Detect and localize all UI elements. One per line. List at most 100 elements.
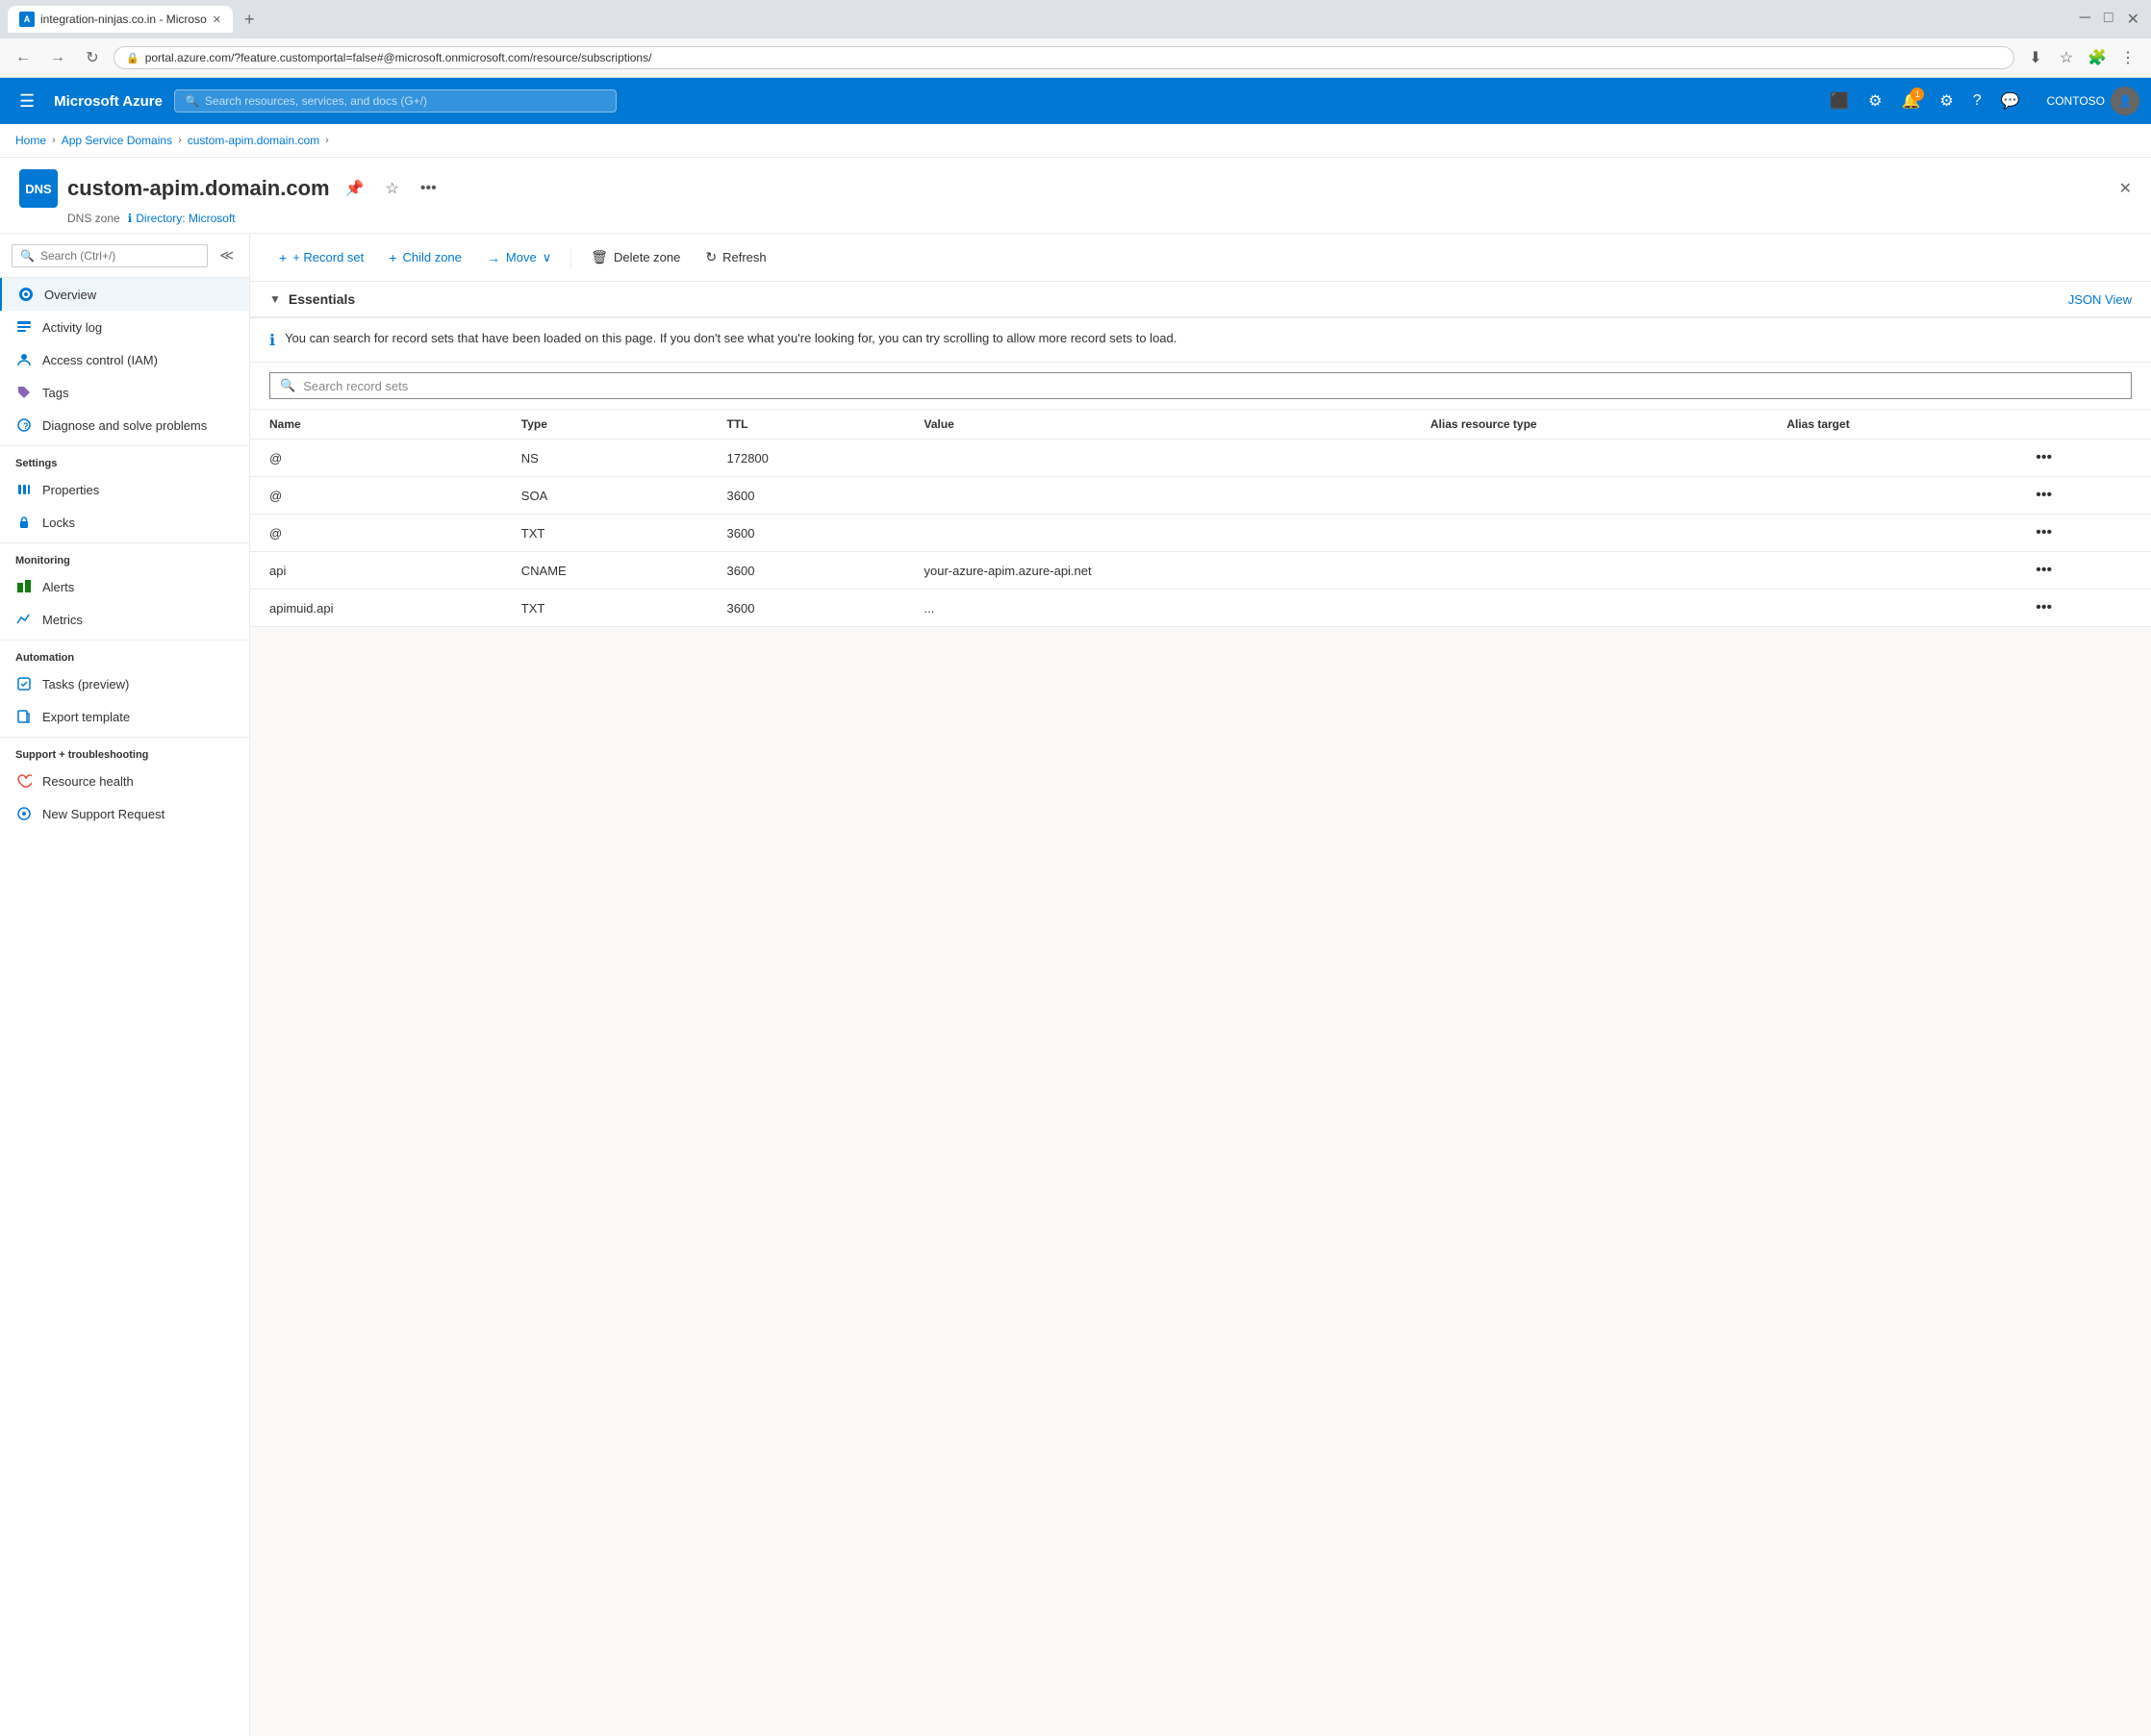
resource-subtitle: DNS zone ℹ Directory: Microsoft — [19, 212, 2132, 225]
row-context-menu-1[interactable]: ••• — [2036, 487, 2052, 503]
sidebar-label-access-control: Access control (IAM) — [42, 353, 158, 367]
portal-settings-icon[interactable]: ⚙ — [1860, 84, 1889, 118]
cell-menu-4[interactable]: ••• — [2016, 590, 2151, 627]
row-context-menu-0[interactable]: ••• — [2036, 449, 2052, 465]
sidebar-item-export-template[interactable]: Export template — [0, 700, 249, 733]
notifications-icon[interactable]: 🔔 1 — [1893, 84, 1928, 118]
properties-icon — [15, 481, 33, 498]
download-button[interactable]: ⬇ — [2022, 44, 2049, 71]
refresh-button[interactable]: ↻ Refresh — [696, 243, 775, 271]
breadcrumb-app-service-domains[interactable]: App Service Domains — [62, 134, 172, 147]
table-row: @ SOA 3600 ••• — [250, 477, 2151, 515]
azure-account[interactable]: CONTOSO 👤 — [2047, 87, 2139, 115]
address-bar[interactable]: 🔒 portal.azure.com/?feature.customportal… — [114, 46, 2014, 69]
favorite-icon[interactable]: ☆ — [380, 173, 405, 204]
reload-button[interactable]: ↻ — [79, 44, 106, 71]
settings-icon[interactable]: ⚙ — [1932, 84, 1961, 118]
azure-logo: Microsoft Azure — [54, 93, 163, 110]
cloud-shell-icon[interactable]: ⬛ — [1822, 84, 1857, 118]
close-resource-button[interactable]: ✕ — [2119, 179, 2132, 198]
forward-button[interactable]: → — [44, 44, 71, 71]
feedback-icon[interactable]: 💬 — [1993, 84, 2028, 118]
sidebar-item-locks[interactable]: Locks — [0, 506, 249, 539]
essentials-header[interactable]: ▼ Essentials JSON View — [250, 282, 2151, 317]
browser-tab[interactable]: A integration-ninjas.co.in - Microso ✕ — [8, 6, 233, 33]
row-context-menu-3[interactable]: ••• — [2036, 562, 2052, 578]
sidebar-search-input[interactable] — [40, 249, 199, 263]
sidebar-search-icon: 🔍 — [20, 249, 35, 263]
cell-menu-1[interactable]: ••• — [2016, 477, 2151, 515]
sidebar-item-diagnose[interactable]: ? Diagnose and solve problems — [0, 409, 249, 441]
search-records-input[interactable] — [303, 379, 2121, 393]
add-child-zone-button[interactable]: + Child zone — [379, 244, 471, 271]
delete-zone-button[interactable]: 🗑 Delete zone — [581, 243, 690, 271]
col-header-actions — [2016, 410, 2151, 440]
cell-menu-0[interactable]: ••• — [2016, 440, 2151, 477]
col-header-alias-target: Alias target — [1767, 410, 2016, 440]
tab-close-button[interactable]: ✕ — [213, 13, 221, 26]
sidebar-collapse-button[interactable]: ≪ — [215, 243, 238, 267]
user-avatar[interactable]: 👤 — [2111, 87, 2139, 115]
export-template-icon — [15, 708, 33, 725]
more-options-icon[interactable]: ••• — [415, 174, 443, 203]
move-icon: → — [487, 250, 500, 265]
add-record-set-button[interactable]: + + Record set — [269, 244, 373, 271]
resource-health-icon — [15, 772, 33, 790]
back-button[interactable]: ← — [10, 44, 37, 71]
add-child-zone-icon: + — [389, 250, 396, 265]
breadcrumb-current[interactable]: custom-apim.domain.com — [188, 134, 319, 147]
extensions-button[interactable]: 🧩 — [2084, 44, 2111, 71]
breadcrumb-sep-2: › — [178, 135, 182, 146]
move-button[interactable]: → Move ∨ — [477, 244, 561, 271]
cell-menu-2[interactable]: ••• — [2016, 515, 2151, 552]
search-records[interactable]: 🔍 — [269, 372, 2132, 399]
sidebar-search[interactable]: 🔍 — [12, 244, 208, 267]
window-minimize-button[interactable]: ─ — [2076, 6, 2094, 33]
new-tab-button[interactable]: + — [240, 10, 259, 30]
resource-title: custom-apim.domain.com — [67, 176, 330, 201]
notification-badge: 1 — [1911, 88, 1924, 101]
sidebar-item-tasks[interactable]: Tasks (preview) — [0, 667, 249, 700]
url-text: portal.azure.com/?feature.customportal=f… — [145, 51, 652, 64]
sidebar-item-new-support[interactable]: New Support Request — [0, 797, 249, 830]
breadcrumb-sep-1: › — [52, 135, 56, 146]
more-button[interactable]: ⋮ — [2114, 44, 2141, 71]
sidebar: 🔍 ≪ Overview Activity log Access control… — [0, 234, 250, 1736]
essentials-section: ▼ Essentials JSON View — [250, 282, 2151, 318]
sidebar-item-properties[interactable]: Properties — [0, 473, 249, 506]
sidebar-item-activity-log[interactable]: Activity log — [0, 311, 249, 343]
tasks-icon — [15, 675, 33, 692]
refresh-icon: ↻ — [705, 249, 717, 265]
window-close-button[interactable]: ✕ — [2123, 6, 2143, 33]
add-record-set-icon: + — [279, 250, 287, 265]
sidebar-item-access-control[interactable]: Access control (IAM) — [0, 343, 249, 376]
bookmark-button[interactable]: ☆ — [2053, 44, 2080, 71]
azure-search-input[interactable] — [205, 94, 606, 108]
azure-nav-icons: ⬛ ⚙ 🔔 1 ⚙ ? 💬 — [1822, 84, 2027, 118]
pin-icon[interactable]: 📌 — [340, 173, 370, 204]
sidebar-item-resource-health[interactable]: Resource health — [0, 765, 249, 797]
sidebar-item-overview[interactable]: Overview — [0, 278, 249, 311]
row-context-menu-2[interactable]: ••• — [2036, 524, 2052, 541]
help-icon[interactable]: ? — [1965, 85, 1989, 117]
json-view-link[interactable]: JSON View — [2068, 292, 2132, 307]
cell-value-4: ... — [904, 590, 1410, 627]
table-header-row: Name Type TTL Value Alias resource type … — [250, 410, 2151, 440]
row-context-menu-4[interactable]: ••• — [2036, 599, 2052, 616]
cell-menu-3[interactable]: ••• — [2016, 552, 2151, 590]
search-records-icon: 🔍 — [280, 378, 295, 393]
browser-titlebar: A integration-ninjas.co.in - Microso ✕ +… — [0, 0, 2151, 38]
azure-search-bar[interactable]: 🔍 — [174, 89, 617, 113]
hamburger-button[interactable]: ☰ — [12, 84, 42, 119]
sidebar-section-settings: Settings — [0, 445, 249, 473]
search-records-container: 🔍 — [250, 363, 2151, 410]
cell-alias-resource-4 — [1411, 590, 1767, 627]
sidebar-item-tags[interactable]: Tags — [0, 376, 249, 409]
window-maximize-button[interactable]: □ — [2100, 6, 2117, 33]
sidebar-item-metrics[interactable]: Metrics — [0, 603, 249, 636]
cell-value-3: your-azure-apim.azure-api.net — [904, 552, 1410, 590]
delete-zone-icon: 🗑 — [591, 249, 608, 265]
sidebar-item-alerts[interactable]: Alerts — [0, 570, 249, 603]
overview-icon — [17, 286, 35, 303]
breadcrumb-home[interactable]: Home — [15, 134, 46, 147]
